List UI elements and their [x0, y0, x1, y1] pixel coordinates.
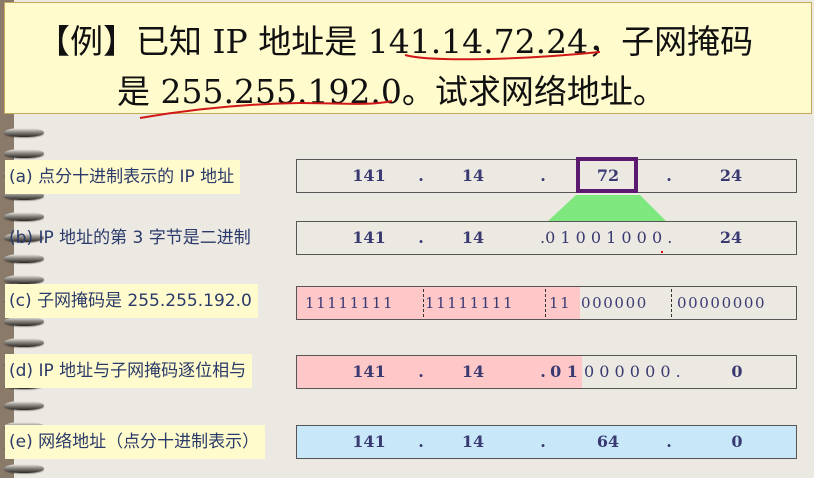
spiral-ring — [4, 338, 44, 347]
row-c-divider-1 — [423, 289, 424, 317]
row-b-octet-1: 141 — [352, 228, 386, 247]
row-c-bits-2: 11111111 — [425, 294, 515, 312]
row-b-dot-1: . — [418, 228, 424, 247]
third-octet-highlight — [576, 157, 638, 193]
row-e-box: 141 . 14 . 64 . 0 — [296, 425, 797, 459]
row-a-octet-2: 14 — [461, 166, 485, 185]
row-c-box: 11111111 11111111 11 000000 00000000 — [296, 286, 797, 320]
row-c-label: (c) 子网掩码是 255.255.192.0 — [5, 284, 258, 318]
row-b-box: 141 . 14 .0 1 0 0 1 0 0 0 . 24 — [296, 221, 797, 255]
red-dot-mark — [661, 251, 663, 253]
row-d-kept-bits: 0 1 — [550, 362, 578, 381]
row-e-dot-3: . — [666, 432, 672, 451]
row-a-label: (a) 点分十进制表示的 IP 地址 — [5, 160, 241, 194]
row-e-label: (e) 网络地址（点分十进制表示） — [5, 425, 266, 459]
row-a-octet-4: 24 — [719, 166, 743, 185]
row-d-octet-1: 141 — [352, 362, 386, 381]
row-d-octet-2: 14 — [461, 362, 485, 381]
row-a-dot-2: . — [540, 166, 546, 185]
spiral-ring — [4, 317, 44, 326]
row-c-bits-4: 000000 — [581, 294, 648, 312]
expand-trapezoid — [548, 195, 666, 221]
row-b-octet-4: 24 — [719, 228, 743, 247]
row-a-box: 141 . 14 . 72 . 24 — [296, 159, 797, 193]
row-e-octet-3: 64 — [596, 432, 620, 451]
row-d-octet-4: 0 — [731, 362, 743, 381]
row-e-octet-1: 141 — [352, 432, 386, 451]
spiral-ring — [4, 212, 44, 221]
row-d-dot-1: . — [418, 362, 424, 381]
spiral-ring — [4, 149, 44, 158]
row-d-box: 141 . 14 . 0 1 0 0 0 0 0 0 . 0 — [296, 355, 797, 389]
spiral-ring — [4, 254, 44, 263]
title-line-1: 【例】已知 IP 地址是 141.14.72.24，子网掩码 — [37, 22, 754, 61]
row-c-divider-3 — [671, 289, 672, 317]
spiral-ring — [4, 128, 44, 137]
spiral-ring — [4, 464, 44, 473]
row-d-zero-bits: 0 0 0 0 0 0 . — [584, 362, 681, 381]
row-c-divider-2 — [545, 289, 546, 317]
row-a-octet-1: 141 — [352, 166, 386, 185]
row-a-dot-3: . — [666, 166, 672, 185]
spiral-ring — [4, 275, 44, 284]
row-c-bits-5: 00000000 — [677, 294, 767, 312]
row-c-bits-3: 11 — [549, 294, 572, 312]
row-b-binary-octet: .0 1 0 0 1 0 0 0 . — [540, 228, 673, 247]
row-e-dot-1: . — [418, 432, 424, 451]
row-b-label: (b) IP 地址的第 3 字节是二进制 — [9, 228, 251, 248]
row-e-octet-2: 14 — [461, 432, 485, 451]
row-a-dot-1: . — [418, 166, 424, 185]
title-line-2: 是 255.255.192.0。试求网络地址。 — [117, 72, 666, 111]
title-box: 【例】已知 IP 地址是 141.14.72.24，子网掩码 是 255.255… — [4, 2, 812, 114]
row-c-bits-1: 11111111 — [305, 294, 395, 312]
row-e-dot-2: . — [540, 432, 546, 451]
row-d-dot-2: . — [540, 362, 546, 381]
row-d-label: (d) IP 地址与子网掩码逐位相与 — [5, 354, 253, 388]
row-b-octet-2: 14 — [461, 228, 485, 247]
spiral-ring — [4, 401, 44, 410]
row-e-octet-4: 0 — [731, 432, 743, 451]
